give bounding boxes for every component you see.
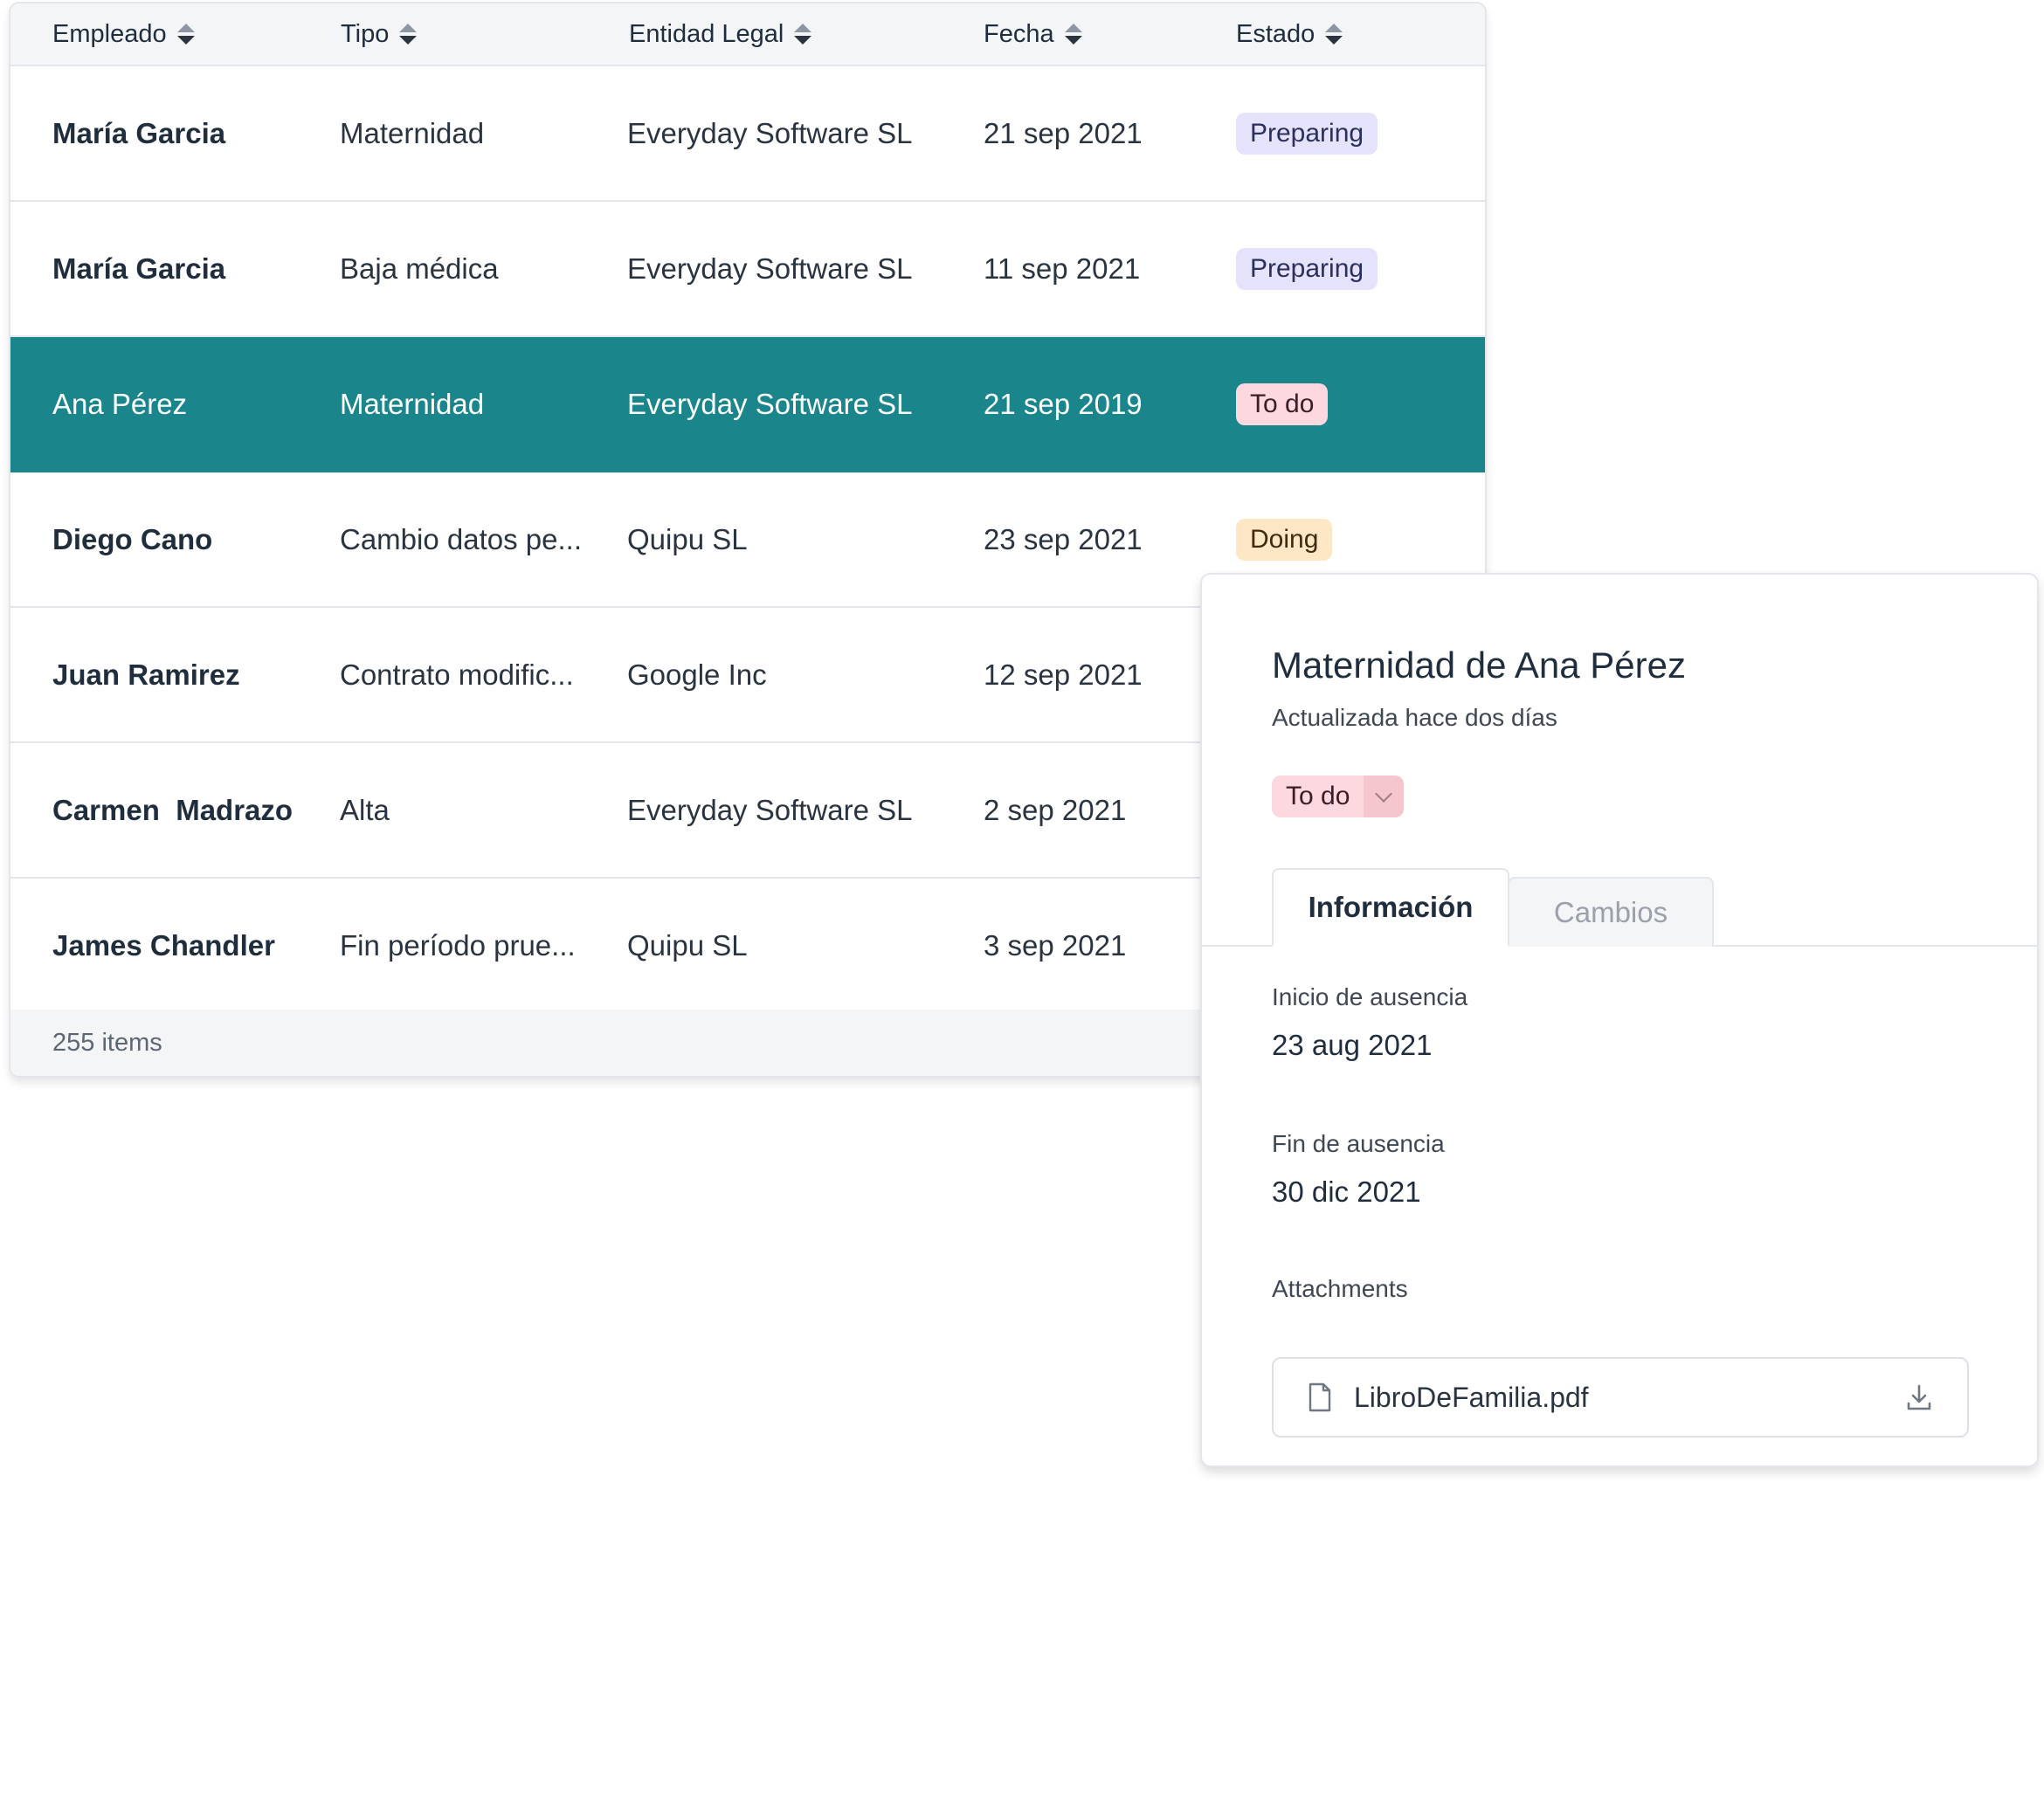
table-row[interactable]: María Garcia Baja médica Everyday Softwa… (10, 202, 1485, 337)
cell-entidad: Quipu SL (627, 522, 748, 555)
cell-empleado: Juan Ramirez (52, 658, 240, 691)
field-value-inicio: 23 aug 2021 (1272, 1029, 1433, 1061)
cell-empleado: María Garcia (52, 252, 226, 285)
cell-estado: To do (1236, 337, 1329, 471)
status-badge: Preparing (1236, 112, 1378, 155)
download-icon[interactable] (1906, 1383, 1932, 1411)
table-row[interactable]: María Garcia Maternidad Everyday Softwar… (10, 66, 1485, 202)
table-row-selected[interactable]: Ana Pérez Maternidad Everyday Software S… (10, 337, 1485, 472)
field-label-fin: Fin de ausencia (1272, 1130, 1445, 1157)
cell-entidad: Quipu SL (627, 928, 748, 962)
column-header-label: Entidad Legal (629, 19, 784, 48)
column-header-label: Tipo (341, 19, 390, 48)
cell-entidad: Google Inc (627, 658, 767, 691)
column-header-label: Estado (1236, 19, 1315, 48)
cell-fecha: 3 sep 2021 (984, 928, 1127, 962)
sort-icon[interactable] (1325, 24, 1343, 45)
cell-fecha: 21 sep 2019 (984, 387, 1143, 420)
cell-tipo: Baja médica (340, 252, 499, 285)
cell-empleado: Ana Pérez (52, 387, 188, 420)
status-badge: Doing (1236, 518, 1333, 561)
page: Empleado Tipo Entidad Legal Fecha Estado (0, 0, 2044, 1820)
item-count: 255 items (52, 1028, 162, 1057)
field-value-fin: 30 dic 2021 (1272, 1175, 1421, 1208)
cell-empleado: Carmen Madrazo (52, 793, 293, 826)
attachment-item[interactable]: LibroDeFamilia.pdf (1272, 1357, 1969, 1437)
column-header-label: Empleado (52, 19, 167, 48)
status-badge: To do (1236, 383, 1329, 425)
column-header-entidad[interactable]: Entidad Legal (629, 3, 812, 65)
tab-cambios[interactable]: Cambios (1508, 877, 1714, 947)
cell-tipo: Maternidad (340, 116, 485, 149)
detail-panel: Maternidad de Ana Pérez Actualizada hace… (1200, 573, 2039, 1467)
cell-tipo: Contrato modific... (340, 658, 574, 691)
cell-entidad: Everyday Software SL (627, 252, 913, 285)
cell-fecha: 11 sep 2021 (984, 252, 1141, 285)
cell-estado: Preparing (1236, 202, 1378, 335)
column-header-empleado[interactable]: Empleado (52, 3, 195, 65)
cell-entidad: Everyday Software SL (627, 793, 913, 826)
column-header-estado[interactable]: Estado (1236, 3, 1343, 65)
column-header-tipo[interactable]: Tipo (341, 3, 418, 65)
cell-fecha: 21 sep 2021 (984, 116, 1143, 149)
cell-fecha: 2 sep 2021 (984, 793, 1127, 826)
chevron-down-icon[interactable] (1364, 776, 1405, 817)
column-header-fecha[interactable]: Fecha (984, 3, 1082, 65)
cell-entidad: Everyday Software SL (627, 387, 913, 420)
field-label-inicio: Inicio de ausencia (1272, 983, 1468, 1010)
cell-tipo: Cambio datos pe... (340, 522, 582, 555)
attachments-label: Attachments (1272, 1275, 1408, 1302)
cell-empleado: James Chandler (52, 928, 275, 962)
cell-estado: Preparing (1236, 66, 1378, 200)
status-dropdown-label: To do (1286, 782, 1350, 810)
table-header: Empleado Tipo Entidad Legal Fecha Estado (10, 3, 1485, 66)
sort-icon[interactable] (176, 24, 195, 45)
sort-icon[interactable] (794, 24, 812, 45)
cell-fecha: 23 sep 2021 (984, 522, 1143, 555)
status-dropdown[interactable]: To do (1272, 776, 1405, 817)
cell-tipo: Maternidad (340, 387, 485, 420)
cell-fecha: 12 sep 2021 (984, 658, 1143, 691)
cell-empleado: María Garcia (52, 116, 226, 149)
cell-entidad: Everyday Software SL (627, 116, 913, 149)
column-header-label: Fecha (984, 19, 1054, 48)
sort-icon[interactable] (399, 24, 418, 45)
sort-icon[interactable] (1064, 24, 1082, 45)
status-badge: Preparing (1236, 247, 1378, 290)
detail-title: Maternidad de Ana Pérez (1272, 645, 1686, 686)
tab-informacion[interactable]: Información (1272, 868, 1509, 947)
attachment-filename: LibroDeFamilia.pdf (1354, 1381, 1589, 1413)
cell-tipo: Alta (340, 793, 390, 826)
cell-empleado: Diego Cano (52, 522, 213, 555)
file-icon (1309, 1382, 1331, 1412)
cell-tipo: Fin período prue... (340, 928, 576, 962)
detail-subtitle: Actualizada hace dos días (1272, 704, 1557, 731)
